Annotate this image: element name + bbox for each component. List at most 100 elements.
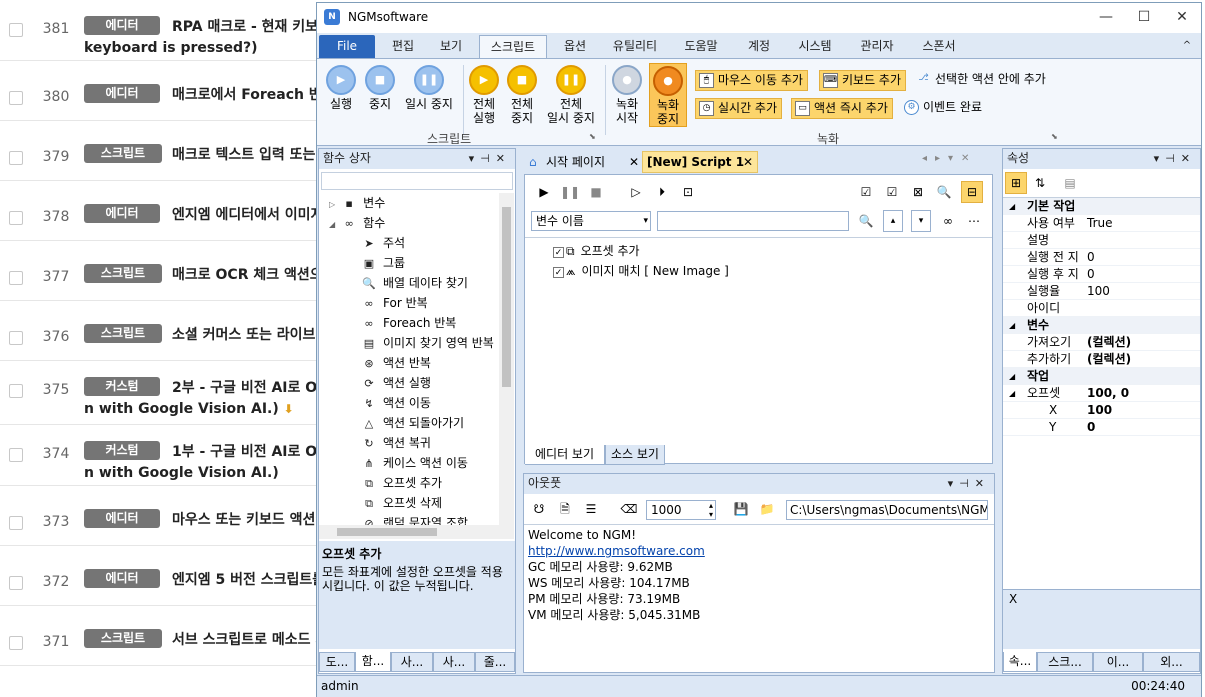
collapse-icon[interactable]: ◢ xyxy=(1009,317,1015,334)
post-title[interactable]: 소셜 커머스 또는 라이브 쇼 xyxy=(172,324,322,344)
post-row[interactable]: 381 에디터 RPA 매크로 - 현재 키보드 keyboard is presse… xyxy=(0,0,340,61)
scroll-thumb[interactable] xyxy=(502,207,511,387)
variable-select[interactable]: 변수 이름 ▾ xyxy=(531,211,651,231)
tree-item[interactable]: ⊘ 랜덤 문자열 조합 xyxy=(361,513,468,525)
tab-lines[interactable]: 줄... xyxy=(475,652,515,672)
pause-icon[interactable]: ❚❚ xyxy=(559,181,581,203)
tab-account[interactable]: 계정 xyxy=(735,35,783,58)
document-icon[interactable]: 🗎 xyxy=(554,498,576,520)
post-row[interactable]: 376 스크립트 소셜 커머스 또는 라이브 쇼 xyxy=(0,301,340,361)
maximize-button[interactable]: ☐ xyxy=(1125,3,1163,33)
tree-item[interactable]: ⟳ 액션 실행 xyxy=(361,373,431,393)
tab-functions[interactable]: 함... xyxy=(355,652,391,672)
group-launcher-icon[interactable]: ⬊ xyxy=(1051,132,1058,141)
post-row[interactable]: 380 에디터 매크로에서 Foreach 반복 xyxy=(0,61,340,121)
group-launcher-icon[interactable]: ⬊ xyxy=(589,132,596,141)
property-category[interactable]: ◢ 변수 xyxy=(1003,317,1200,334)
tab-utility[interactable]: 유틸리티 xyxy=(603,35,667,58)
tree-item[interactable]: 🔍 배열 데이타 찾기 xyxy=(361,273,468,293)
run-all-button[interactable]: ▶ 전체 실행 xyxy=(467,65,501,125)
check-icon[interactable]: ☑ xyxy=(881,181,903,203)
tree-item[interactable]: ▣ 그룹 xyxy=(361,253,405,273)
tab-dictionary[interactable]: 사... xyxy=(433,652,475,672)
find-icon[interactable]: 🔍 xyxy=(855,210,877,232)
download-icon[interactable]: ⬇ xyxy=(284,402,294,416)
tab-user[interactable]: 사... xyxy=(391,652,433,672)
property-value[interactable]: 100 xyxy=(1087,283,1110,300)
post-row[interactable]: 377 스크립트 매크로 OCR 체크 액션으로 xyxy=(0,241,340,301)
categorized-icon[interactable]: ⊞ xyxy=(1005,172,1027,194)
tab-file[interactable]: File xyxy=(319,35,375,58)
post-title[interactable]: 매크로 텍스트 입력 또는 스 xyxy=(172,144,322,164)
line-count-input[interactable]: 1000 ▴ ▾ xyxy=(646,500,716,520)
tab-source-view[interactable]: 소스 보기 xyxy=(605,445,665,465)
tab-scripts[interactable]: 스크... xyxy=(1037,652,1093,672)
tree-item[interactable]: ∞ For 반복 xyxy=(361,293,427,313)
panel-controls-icon[interactable]: ▾⊣✕ xyxy=(1154,149,1196,168)
row-checkbox[interactable] xyxy=(9,271,23,285)
tree-item[interactable]: △ 액션 되돌아가기 xyxy=(361,413,464,433)
add-keyboard-toggle[interactable]: ⌨ 키보드 추가 xyxy=(819,70,907,91)
row-checkbox[interactable] xyxy=(9,211,23,225)
category-tag[interactable]: 에디터 xyxy=(84,569,160,588)
property-row[interactable]: 가져오기 (컬렉션) xyxy=(1003,334,1200,351)
action-item[interactable]: ✓ ⩕ 이미지 매치 [ New Image ] xyxy=(553,262,729,280)
post-title[interactable]: 엔지엠 5 버전 스크립트를 xyxy=(172,569,322,589)
property-value[interactable]: 0 xyxy=(1087,266,1095,283)
collapse-icon[interactable]: ◢ xyxy=(1009,385,1015,402)
tab-documents[interactable]: 도... xyxy=(319,652,355,672)
post-title-continued[interactable]: n with Google Vision AI.) xyxy=(84,465,324,481)
add-in-selected-toggle[interactable]: ⎇ 선택한 액션 안에 추가 xyxy=(913,70,1050,91)
run-to-icon[interactable]: ⊡ xyxy=(677,181,699,203)
property-row[interactable]: 실행 전 지 0 xyxy=(1003,249,1200,266)
collapse-icon[interactable]: ◢ xyxy=(1009,368,1015,385)
checkbox-checked-icon[interactable]: ✓ xyxy=(553,267,564,278)
property-value[interactable]: (컬렉션) xyxy=(1087,334,1131,351)
log-path-input[interactable]: C:\Users\ngmas\Documents\NGM6\ xyxy=(786,500,988,520)
sort-alpha-icon[interactable]: ⇅ xyxy=(1029,172,1051,194)
more-icon[interactable]: ⋯ xyxy=(963,210,985,232)
expander-icon[interactable]: ◢ xyxy=(329,220,335,229)
step-over-icon[interactable]: ⏵ xyxy=(651,181,673,203)
list-icon[interactable]: ☰ xyxy=(580,498,602,520)
property-row[interactable]: 사용 여부 True xyxy=(1003,215,1200,232)
category-tag[interactable]: 에디터 xyxy=(84,16,160,35)
tree-item[interactable]: ⧉ 오프셋 추가 xyxy=(361,473,442,493)
property-row[interactable]: 실행율 100 xyxy=(1003,283,1200,300)
minimize-button[interactable]: — xyxy=(1087,3,1125,33)
step-icon[interactable]: ▷ xyxy=(625,181,647,203)
row-checkbox[interactable] xyxy=(9,576,23,590)
row-checkbox[interactable] xyxy=(9,384,23,398)
search-icon[interactable]: 🔍 xyxy=(933,181,955,203)
category-tag[interactable]: 스크립트 xyxy=(84,144,162,163)
post-row[interactable]: 371 스크립트 서브 스크립트로 메소드 되 xyxy=(0,606,340,666)
post-title-continued[interactable]: keyboard is pressed?) xyxy=(84,40,324,56)
category-tag[interactable]: 에디터 xyxy=(84,509,160,528)
tab-properties[interactable]: 속... xyxy=(1003,652,1037,672)
tab-images[interactable]: 이... xyxy=(1093,652,1143,672)
property-value[interactable]: 100, 0 xyxy=(1087,385,1129,402)
category-tag[interactable]: 스크립트 xyxy=(84,264,162,283)
row-checkbox[interactable] xyxy=(9,91,23,105)
property-row[interactable]: 추가하기 (컬렉션) xyxy=(1003,351,1200,368)
tree-item[interactable]: ⧉ 오프셋 삭제 xyxy=(361,493,442,513)
tree-category[interactable]: ▷ ▪ 변수 xyxy=(329,193,385,213)
bug-icon[interactable]: ☋ xyxy=(528,498,550,520)
property-value[interactable]: 0 xyxy=(1087,419,1095,436)
post-title[interactable]: 1부 - 구글 비전 AI로 OCR xyxy=(172,441,322,461)
realtime-add-toggle[interactable]: ◷ 실시간 추가 xyxy=(695,98,783,119)
property-row[interactable]: 실행 후 지 0 xyxy=(1003,266,1200,283)
tree-item[interactable]: ↻ 액션 복귀 xyxy=(361,433,431,453)
value-input[interactable] xyxy=(657,211,849,231)
category-tag[interactable]: 커스텀 xyxy=(84,377,160,396)
category-tag[interactable]: 에디터 xyxy=(84,204,160,223)
post-row[interactable]: 375 커스텀 2부 - 구글 비전 AI로 OCR n with Google Vi… xyxy=(0,361,340,425)
website-link[interactable]: http://www.ngmsoftware.com xyxy=(528,544,705,558)
close-button[interactable]: ✕ xyxy=(1163,3,1201,33)
pause-all-button[interactable]: ❚❚ 전체 일시 중지 xyxy=(543,65,599,125)
tab-nav-controls-icon[interactable]: ◂▸▾✕ xyxy=(922,153,977,164)
pause-button[interactable]: ❚❚ 일시 중지 xyxy=(401,65,457,111)
tab-external[interactable]: 외... xyxy=(1143,652,1200,672)
stop-icon[interactable]: ■ xyxy=(585,181,607,203)
post-title[interactable]: 매크로에서 Foreach 반복 xyxy=(172,84,322,104)
